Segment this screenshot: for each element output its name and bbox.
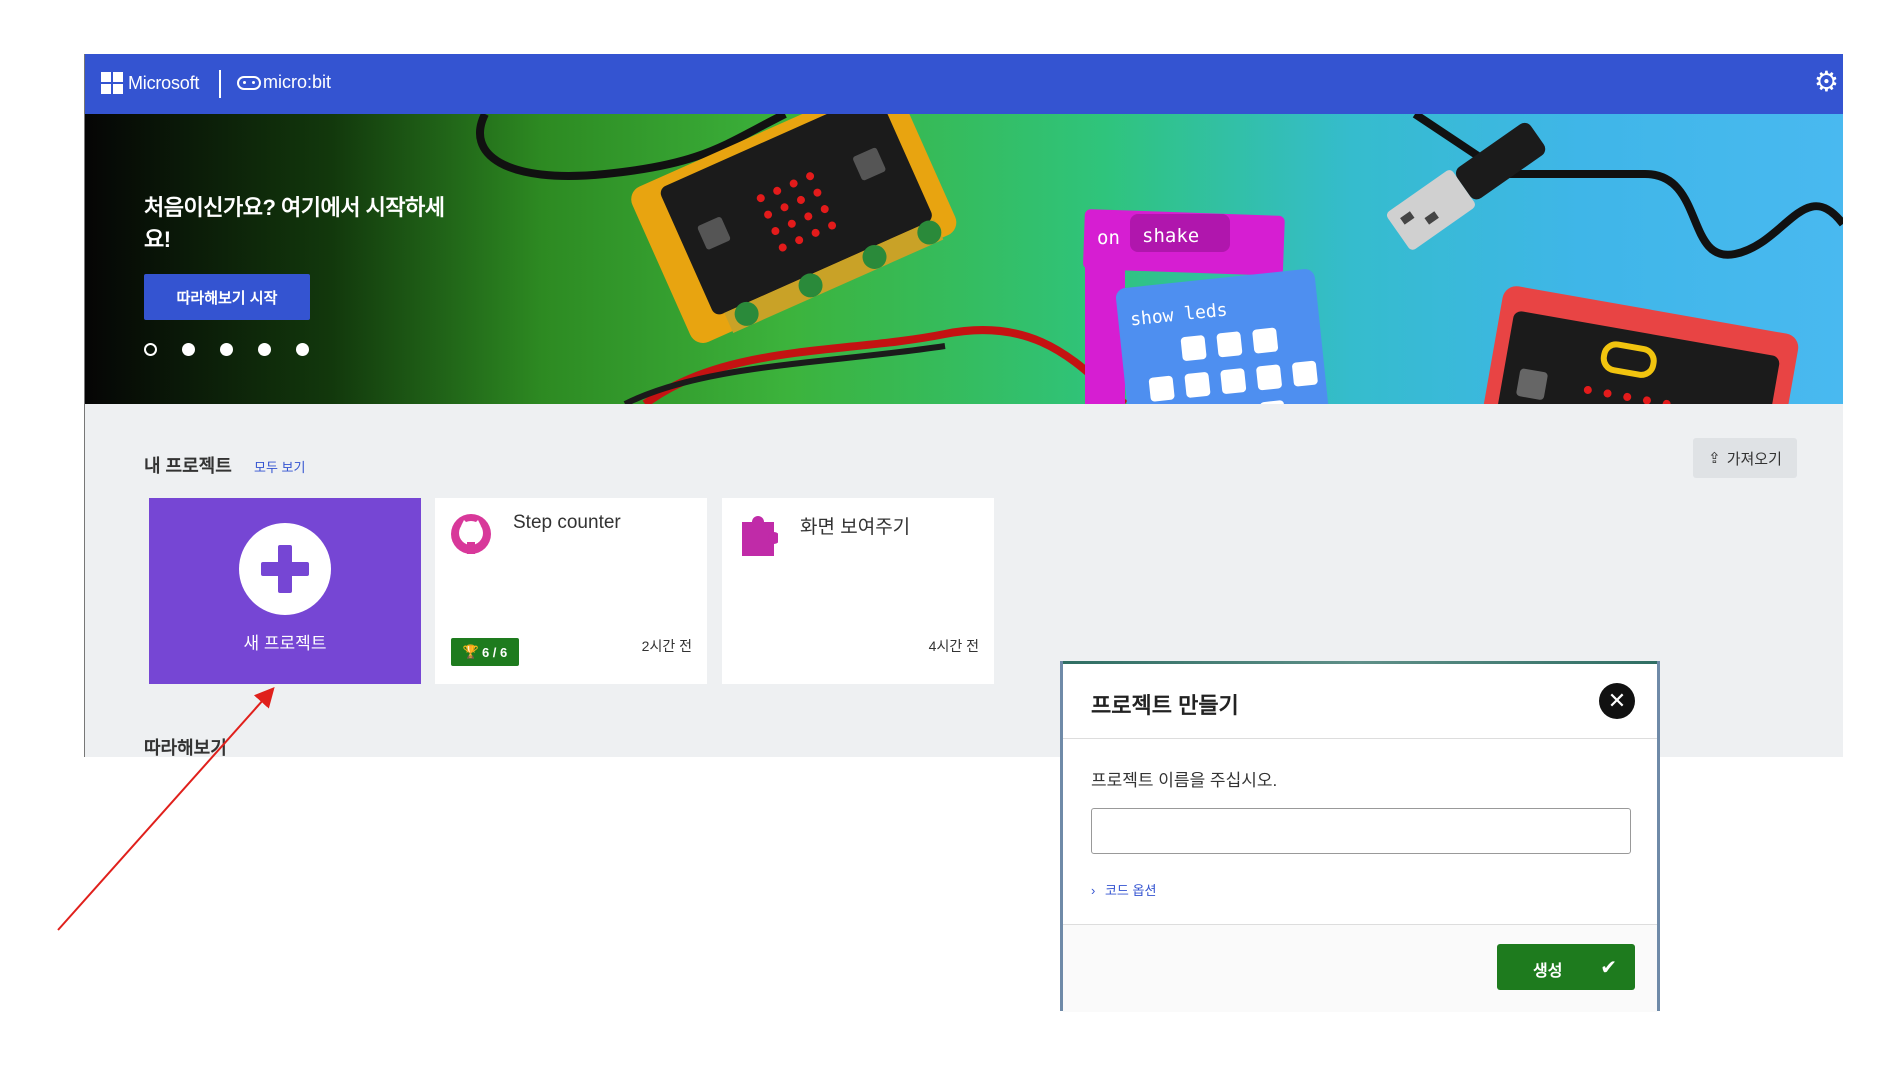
create-project-dialog: 프로젝트 만들기 ✕ 프로젝트 이름을 주십시오. › 코드 옵션 생성 ✔ — [1060, 661, 1660, 1012]
dialog-footer: 생성 ✔ — [1063, 924, 1657, 1012]
puzzle-icon — [742, 516, 778, 556]
progress-label: 6 / 6 — [481, 644, 508, 660]
upload-icon: ⇪ — [1708, 450, 1721, 467]
import-button[interactable]: ⇪ 가져오기 — [1693, 438, 1797, 478]
trophy-icon: 🏆 — [462, 644, 479, 659]
code-options-label: 코드 옵션 — [1104, 883, 1157, 898]
carousel-dots — [144, 343, 334, 356]
dialog-header: 프로젝트 만들기 ✕ — [1063, 664, 1657, 739]
import-label: 가져오기 — [1726, 450, 1782, 468]
new-project-card[interactable]: 새 프로젝트 — [149, 498, 421, 684]
project-title: 화면 보여주기 — [800, 517, 911, 538]
carousel-dot-3[interactable] — [220, 343, 233, 356]
progress-badge: 🏆 6 / 6 — [451, 638, 519, 666]
code-options-toggle[interactable]: › 코드 옵션 — [1091, 880, 1156, 899]
my-projects-title: 내 프로젝트 — [144, 456, 232, 476]
shake-block-label: shake — [1142, 225, 1199, 247]
carousel-dot-1[interactable] — [144, 343, 157, 356]
plus-icon — [239, 523, 331, 615]
microbit-logo[interactable]: micro:bit — [237, 72, 331, 93]
project-time: 4시간 전 — [928, 638, 979, 654]
start-tutorial-button[interactable]: 따라해보기 시작 — [144, 274, 310, 320]
carousel-dot-5[interactable] — [296, 343, 309, 356]
github-icon — [451, 514, 491, 554]
hero-artwork: on shake show leds — [476, 114, 1843, 404]
brand-label: Microsoft — [128, 72, 200, 93]
logo-divider — [219, 70, 221, 98]
create-label: 생성 — [1533, 963, 1563, 980]
project-name-input[interactable] — [1091, 808, 1631, 854]
close-icon[interactable]: ✕ — [1599, 683, 1635, 719]
project-card[interactable]: 화면 보여주기 4시간 전 — [722, 498, 994, 684]
product-label: micro:bit — [263, 72, 332, 92]
dialog-prompt: 프로젝트 이름을 주십시오. — [1091, 771, 1278, 790]
see-all-link[interactable]: 모두 보기 — [254, 457, 305, 476]
settings-gear-icon[interactable]: ⚙ — [1814, 68, 1839, 96]
create-button[interactable]: 생성 ✔ — [1497, 944, 1635, 990]
carousel-dot-4[interactable] — [258, 343, 271, 356]
chevron-right-icon: › — [1091, 883, 1096, 898]
makecode-home: Microsoft micro:bit ⚙ on shake show leds… — [84, 54, 1843, 757]
on-block-label: on — [1097, 227, 1120, 249]
microsoft-logo[interactable]: Microsoft — [101, 72, 199, 94]
microbit-icon — [237, 75, 261, 90]
new-project-label: 새 프로젝트 — [243, 634, 327, 653]
windows-icon — [101, 72, 123, 94]
project-card[interactable]: Step counter 🏆 6 / 6 2시간 전 — [435, 498, 707, 684]
hero-carousel: on shake show leds 처음이신가요? 여기에서 시작하세요! 따… — [85, 114, 1843, 404]
project-time: 2시간 전 — [641, 638, 692, 654]
project-title: Step counter — [513, 512, 621, 533]
carousel-dot-2[interactable] — [182, 343, 195, 356]
tutorials-title: 따라해보기 — [144, 738, 227, 757]
checkmark-icon: ✔ — [1600, 957, 1617, 979]
dialog-title: 프로젝트 만들기 — [1091, 693, 1239, 718]
top-bar: Microsoft micro:bit ⚙ — [85, 54, 1843, 114]
hero-title: 처음이신가요? 여기에서 시작하세요! — [144, 195, 445, 252]
